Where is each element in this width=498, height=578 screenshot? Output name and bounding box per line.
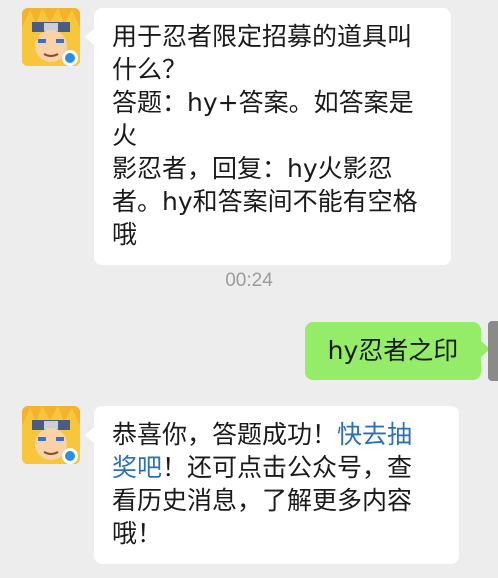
- user-message-bubble[interactable]: hy忍者之印: [305, 322, 490, 380]
- bot-message-bubble-2[interactable]: 恭喜你，答题成功！快去抽 奖吧！还可点击公众号，查 看历史消息，了解更多内容 哦…: [85, 406, 459, 564]
- bot-message-bubble-1[interactable]: 用于忍者限定招募的道具叫 什么？ 答题：hy+答案。如答案是火 影忍者，回复：h…: [85, 8, 451, 265]
- message-line: 哦！: [112, 519, 163, 548]
- message-line: 看历史消息，了解更多内容: [112, 486, 413, 515]
- message-text: ！还可点击公众号，查: [162, 453, 413, 482]
- user-message-text: hy忍者之印: [327, 336, 459, 365]
- message-timestamp: 00:24: [225, 270, 273, 291]
- message-text: 恭喜你，答题成功！: [112, 420, 338, 449]
- message-line: 什么？: [112, 55, 188, 84]
- message-line: 用于忍者限定招募的道具叫: [112, 22, 413, 51]
- user-avatar-icon[interactable]: [488, 321, 498, 381]
- message-line: 者。hy和答案间不能有空格: [112, 187, 418, 216]
- bot-avatar-icon[interactable]: [22, 8, 80, 66]
- message-line: 答题：hy+答案。如答案是火: [112, 88, 414, 150]
- lottery-link[interactable]: 奖吧: [112, 453, 162, 482]
- message-line: 恭喜你，答题成功！快去抽: [112, 418, 441, 451]
- message-line: 哦: [112, 220, 138, 249]
- lottery-link[interactable]: 快去抽: [337, 420, 412, 449]
- bot-avatar-icon[interactable]: [22, 406, 80, 464]
- message-line: 奖吧！还可点击公众号，查: [112, 451, 441, 484]
- message-line: 影忍者，回复：hy火影忍: [112, 154, 393, 183]
